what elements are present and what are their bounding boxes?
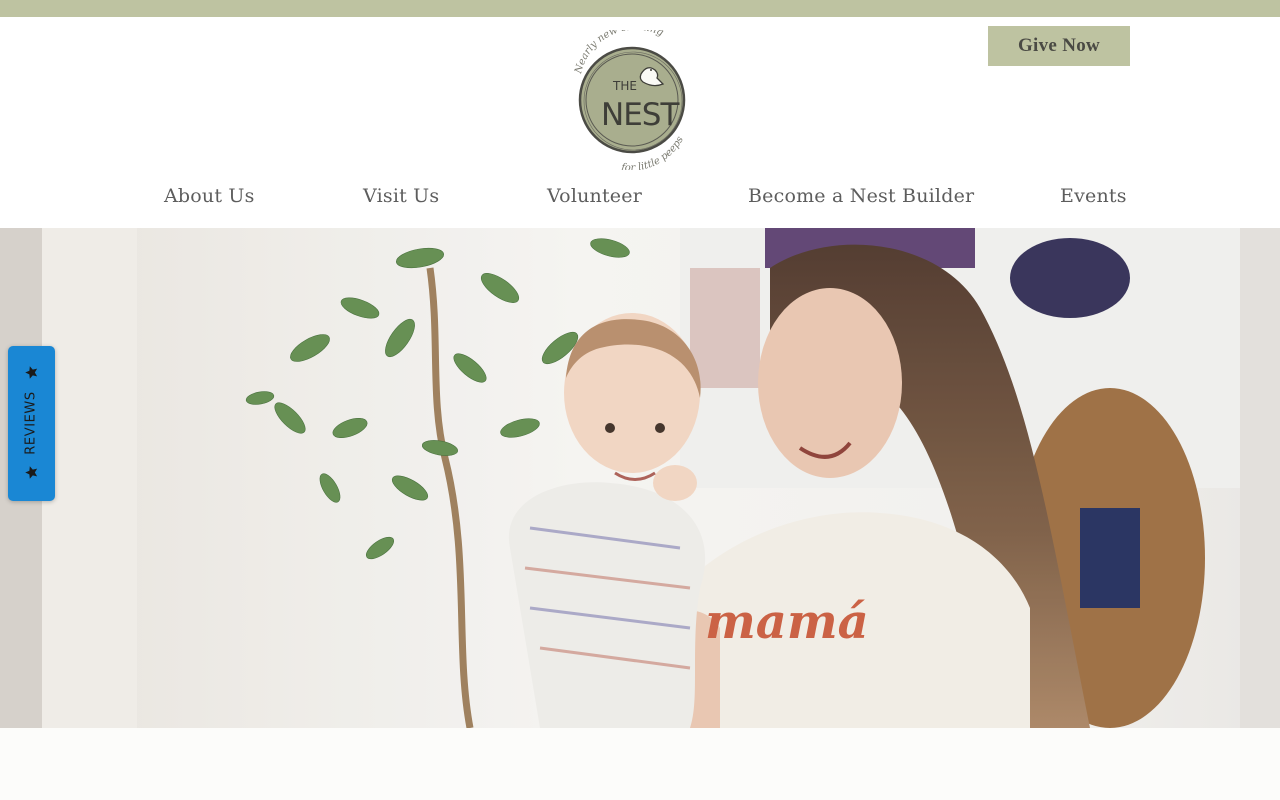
reviews-label: REVIEWS	[23, 391, 39, 455]
nav-item-events[interactable]: Events	[1060, 185, 1127, 207]
nav-item-become-a-nest-builder[interactable]: Become a Nest Builder	[748, 185, 974, 207]
svg-text:NEST: NEST	[601, 97, 680, 133]
nav-item-about-us[interactable]: About Us	[164, 185, 255, 207]
hero-photo: mamá	[0, 228, 1280, 728]
svg-text:THE: THE	[612, 79, 637, 93]
the-nest-logo[interactable]: Nearly new clothing THE NEST for little …	[571, 30, 693, 170]
page-content-start	[0, 728, 1280, 800]
give-now-button[interactable]: Give Now	[988, 26, 1130, 66]
star-icon	[25, 366, 38, 379]
main-nav: About Us Visit Us Volunteer Become a Nes…	[0, 185, 1280, 215]
site-header: Nearly new clothing THE NEST for little …	[0, 17, 1280, 228]
star-icon	[25, 466, 38, 479]
hero-image: mamá	[0, 228, 1280, 728]
nav-item-visit-us[interactable]: Visit Us	[363, 185, 439, 207]
nav-item-volunteer[interactable]: Volunteer	[547, 185, 642, 207]
top-accent-bar	[0, 0, 1280, 17]
reviews-tab[interactable]: REVIEWS	[8, 346, 55, 501]
